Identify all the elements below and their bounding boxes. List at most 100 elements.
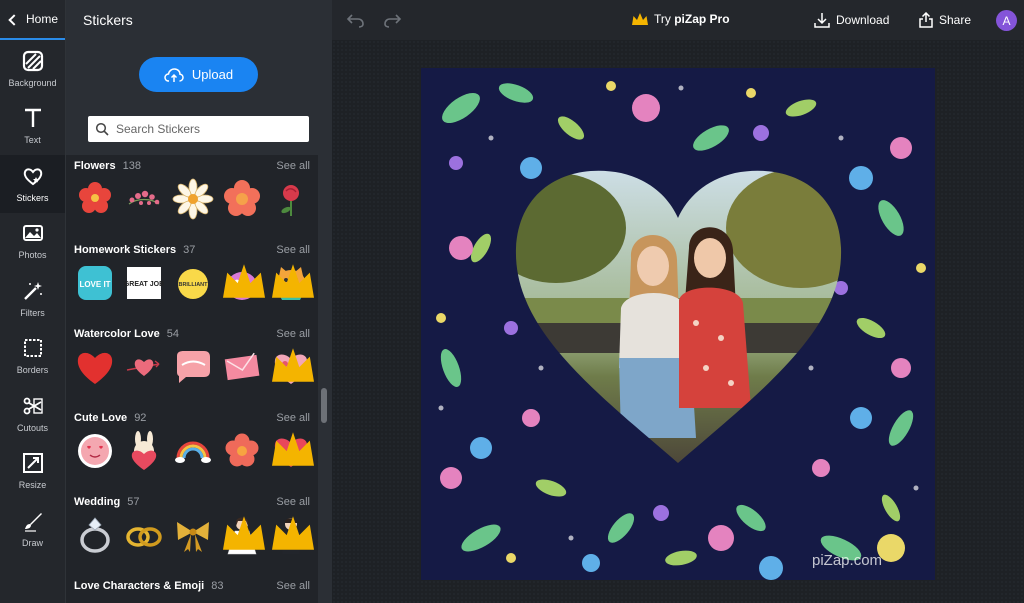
tool-stickers[interactable]: Stickers (0, 155, 65, 213)
sticker-thumbnail[interactable] (172, 178, 214, 220)
text-icon (24, 109, 41, 128)
sticker-thumbnail[interactable]: GREAT WORK (221, 262, 265, 304)
tool-draw[interactable]: Draw (0, 500, 65, 558)
sticker-thumbnail[interactable]: GREAT JOB (123, 262, 165, 304)
category-name: Love Characters & Emoji (74, 580, 205, 592)
sticker-thumbnail[interactable] (123, 514, 165, 556)
category-count: 37 (183, 244, 196, 256)
borders-icon (23, 339, 42, 358)
category-flowers: Flowers 138 See all (74, 160, 310, 220)
category-name: Flowers (74, 160, 116, 172)
tool-resize[interactable]: Resize (0, 443, 65, 501)
resize-icon (22, 453, 43, 474)
sticker-thumbnail[interactable]: LOVE IT (74, 262, 116, 304)
search-input[interactable] (116, 122, 296, 136)
try-label: Try piZap Pro (654, 12, 730, 26)
pro-crown-icon (272, 348, 314, 382)
search-box[interactable] (88, 116, 309, 142)
sticker-thumbnail[interactable] (270, 346, 314, 388)
category-count: 138 (122, 160, 141, 172)
sticker-thumbnail[interactable]: BRILLIANT (172, 262, 214, 304)
category-count: 54 (166, 328, 180, 340)
tool-text[interactable]: Text (0, 98, 65, 156)
tool-label: Resize (18, 480, 47, 491)
cutouts-icon (23, 397, 43, 415)
category-name: Cute Love (74, 412, 128, 424)
scrollbar-thumb[interactable] (321, 388, 327, 423)
see-all-link[interactable]: See all (276, 412, 310, 424)
category-count: 92 (134, 412, 147, 424)
tool-label: Text (24, 135, 41, 146)
photo-artboard[interactable] (421, 68, 935, 580)
tool-background[interactable]: Background (0, 40, 65, 98)
tool-filters[interactable]: Filters (0, 270, 65, 328)
sticker-thumbnail[interactable] (270, 430, 314, 472)
category-watercolor-love: Watercolor Love 54 See all (74, 328, 314, 388)
tool-borders[interactable]: Borders (0, 328, 65, 386)
sticker-thumbnail[interactable] (172, 346, 214, 388)
chevron-left-icon (8, 13, 20, 26)
see-all-link[interactable]: See all (276, 244, 310, 256)
home-label: Home (26, 12, 59, 26)
floral-heart-frame (436, 81, 926, 580)
sticker-thumbnail[interactable] (74, 346, 116, 388)
share-label: Share (939, 13, 972, 27)
crown-icon (632, 13, 648, 25)
pro-crown-icon (272, 516, 314, 550)
svg-text:LOVE IT: LOVE IT (79, 280, 110, 289)
download-icon (814, 13, 830, 28)
sticker-thumbnail[interactable] (123, 430, 165, 472)
tool-photos[interactable]: Photos (0, 213, 65, 271)
upload-button[interactable]: Upload (139, 57, 258, 92)
watermark: piZap.com (812, 552, 883, 569)
category-cute-love: Cute Love 92 See all (74, 412, 314, 472)
sticker-thumbnail[interactable] (74, 514, 116, 556)
upload-label: Upload (191, 67, 234, 82)
sticker-thumbnail[interactable] (172, 514, 214, 556)
download-label: Download (836, 13, 890, 27)
category-count: 57 (127, 496, 140, 508)
sticker-thumbnail[interactable] (221, 430, 263, 472)
pro-crown-icon (223, 264, 265, 298)
sticker-thumbnail[interactable] (270, 514, 314, 556)
pro-crown-icon (272, 432, 314, 466)
sticker-thumbnail[interactable] (221, 514, 265, 556)
scrollbar-track[interactable] (318, 155, 332, 603)
category-homework-stickers: Homework Stickers 37 See all LOVE IT GRE… (74, 244, 314, 304)
sticker-thumbnail[interactable] (221, 178, 263, 220)
see-all-link[interactable]: See all (276, 580, 310, 592)
share-button[interactable]: Share (919, 12, 971, 28)
tool-cutouts[interactable]: Cutouts (0, 385, 65, 443)
tool-label: Filters (20, 307, 45, 318)
search-icon (95, 122, 109, 136)
stickers-panel: Stickers Upload Flowers 138 See all Home… (66, 0, 332, 603)
category-love-characters-emoji: Love Characters & Emoji 83 See all (74, 580, 310, 592)
try-pro-button[interactable]: Try piZap Pro (632, 12, 730, 26)
tool-label: Cutouts (16, 422, 49, 433)
see-all-link[interactable]: See all (276, 496, 310, 508)
redo-icon[interactable] (382, 10, 402, 30)
sticker-thumbnail[interactable] (74, 178, 116, 220)
tool-label: Stickers (16, 192, 49, 203)
sticker-thumbnail[interactable] (270, 178, 312, 220)
undo-icon[interactable] (346, 10, 366, 30)
category-count: 83 (211, 580, 224, 592)
sticker-thumbnail[interactable] (123, 178, 165, 220)
tool-label: Background (8, 77, 57, 88)
sticker-thumbnail[interactable] (123, 346, 165, 388)
category-name: Homework Stickers (74, 244, 177, 256)
tool-label: Draw (21, 537, 43, 548)
sticker-thumbnail[interactable] (74, 430, 116, 472)
category-name: Wedding (74, 496, 121, 508)
sticker-thumbnail[interactable] (270, 262, 314, 304)
download-button[interactable]: Download (814, 12, 889, 28)
svg-text:GREAT JOB: GREAT JOB (124, 281, 164, 288)
sticker-thumbnail[interactable] (172, 430, 214, 472)
sticker-thumbnail[interactable] (221, 346, 263, 388)
category-name: Watercolor Love (74, 328, 160, 340)
top-bar: Try piZap Pro Download Share A (332, 0, 1024, 40)
see-all-link[interactable]: See all (276, 328, 310, 340)
see-all-link[interactable]: See all (276, 160, 310, 172)
home-button[interactable]: Home (0, 0, 65, 40)
avatar[interactable]: A (996, 10, 1017, 31)
